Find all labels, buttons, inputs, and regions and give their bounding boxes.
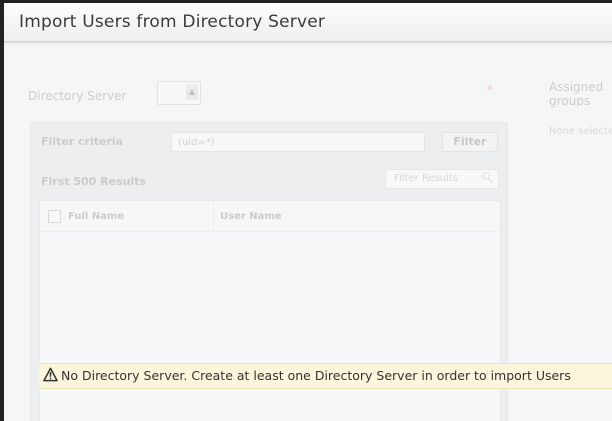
warning-triangle-icon (43, 367, 58, 382)
filter-criteria-label: Filter criteria (41, 135, 124, 148)
select-all-checkbox[interactable] (48, 210, 61, 223)
required-marker: * (487, 83, 493, 97)
filter-results-input[interactable]: Filter Results 🔍︎ (385, 169, 499, 189)
assigned-groups-empty: None selected (549, 126, 612, 137)
column-divider (213, 201, 214, 231)
dialog-titlebar[interactable]: Import Users from Directory Server (4, 3, 612, 42)
column-header-user-name[interactable]: User Name (220, 211, 282, 222)
filter-results-placeholder: Filter Results (394, 173, 459, 184)
dialog-title: Import Users from Directory Server (19, 12, 326, 32)
chevron-down-icon: ▲ (186, 84, 198, 100)
filter-criteria-input[interactable]: (uid=*) (171, 132, 425, 152)
dialog-body: Directory Server ▲ * Assigned groups Non… (4, 42, 612, 421)
import-users-dialog: Import Users from Directory Server Direc… (4, 3, 612, 421)
assigned-groups-label-line2: groups (549, 94, 591, 108)
assigned-groups-label-line1: Assigned (549, 80, 604, 94)
warning-message: No Directory Server. Create at least one… (61, 368, 571, 383)
directory-server-label: Directory Server (28, 89, 127, 103)
results-label: First 500 Results (41, 175, 147, 188)
assigned-groups-label: Assigned groups (549, 80, 603, 108)
directory-server-select[interactable]: ▲ (157, 81, 201, 105)
column-header-full-name[interactable]: Full Name (68, 211, 124, 222)
no-directory-server-warning: No Directory Server. Create at least one… (39, 363, 612, 389)
table-header: Full Name User Name (40, 201, 500, 232)
search-icon: 🔍︎ (481, 173, 494, 184)
filter-button[interactable]: Filter (442, 132, 498, 152)
